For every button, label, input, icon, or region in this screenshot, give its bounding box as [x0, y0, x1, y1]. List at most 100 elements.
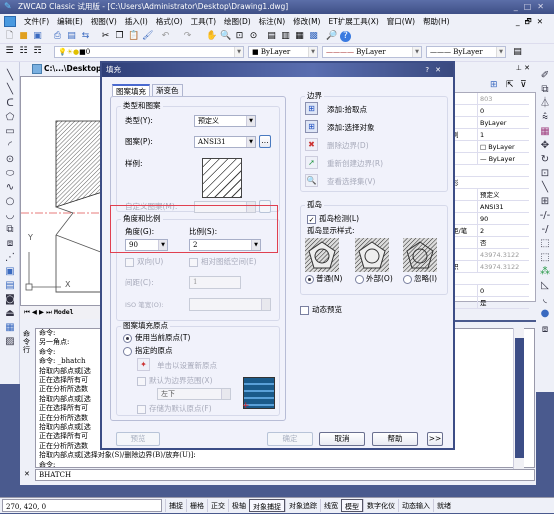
make-block-icon[interactable]: ⧈ — [4, 238, 16, 250]
property-row[interactable]: 例1 — [451, 129, 529, 141]
stretch-icon[interactable]: ╲ — [539, 182, 551, 194]
break-icon[interactable]: ⬚ — [539, 252, 551, 264]
property-row[interactable]: 距/笔 2 — [451, 225, 529, 237]
status-toggle-线宽[interactable]: 线宽 — [320, 499, 341, 512]
add-pick-points-icon[interactable]: ⊞ — [305, 102, 318, 115]
property-row[interactable]: ANSI31 — [451, 201, 529, 213]
ellipse-axis-icon[interactable]: ○ — [4, 196, 16, 208]
arc-icon[interactable]: ◜ — [4, 140, 16, 152]
extent-select[interactable]: 左下 — [157, 388, 231, 400]
save-icon[interactable]: ▣ — [32, 31, 43, 42]
property-row[interactable] — [451, 273, 529, 285]
mdi-minimize-button[interactable]: _ — [516, 17, 525, 26]
property-row[interactable] — [451, 165, 529, 177]
window-controls[interactable]: _□✕ — [514, 0, 550, 14]
island-normal-preview[interactable] — [305, 238, 339, 272]
print-preview-icon[interactable]: ▤ — [66, 31, 77, 42]
copy-icon[interactable]: ❐ — [114, 31, 125, 42]
double-checkbox[interactable] — [125, 258, 134, 267]
status-toggle-极轴[interactable]: 极轴 — [228, 499, 249, 512]
pickadd-icon[interactable]: ⊽ — [520, 80, 527, 90]
gradient-icon[interactable]: ▤ — [4, 280, 16, 292]
preview-button[interactable]: 预览 — [116, 432, 160, 446]
scale-icon[interactable]: ⊡ — [539, 168, 551, 180]
mdi-controls[interactable]: _🗗✕ — [516, 14, 548, 29]
menu-edit[interactable]: 编辑(E) — [55, 14, 89, 29]
status-toggle-就绪[interactable]: 就绪 — [433, 499, 454, 512]
set-origin-icon[interactable]: ✦ — [137, 358, 150, 371]
property-row[interactable]: 803 — [451, 93, 529, 105]
insert-block-icon[interactable]: ⧉ — [4, 224, 16, 236]
add-select-objects-icon[interactable]: ⊞ — [305, 120, 318, 133]
close-button[interactable]: ✕ — [537, 2, 550, 11]
chamfer-icon[interactable]: ◺ — [539, 280, 551, 292]
property-row[interactable]: 形 — [451, 177, 529, 189]
array-icon[interactable]: ▦ — [539, 126, 551, 138]
island-detection-checkbox[interactable]: ✓ — [307, 215, 316, 224]
ellipse-arc-icon[interactable]: ◡ — [4, 210, 16, 222]
edit-icon[interactable]: ⧈ — [539, 324, 551, 336]
plot-style-icon[interactable]: ▤ — [512, 47, 523, 58]
property-row[interactable]: 积 43974.3122 — [451, 261, 529, 273]
help-button[interactable]: 帮助 — [372, 432, 418, 446]
menu-format[interactable]: 格式(O) — [154, 14, 189, 29]
remove-boundary-button[interactable]: 删除边界(D) — [327, 141, 369, 151]
explode-icon[interactable]: ● — [539, 308, 551, 320]
chevron-down-icon[interactable]: ▼ — [308, 47, 317, 57]
menu-file[interactable]: 文件(F) — [22, 14, 55, 29]
menu-dimension[interactable]: 标注(N) — [257, 14, 291, 29]
remove-boundary-icon[interactable]: ✖ — [305, 138, 318, 151]
zoom-realtime-icon[interactable]: 🔍 — [220, 31, 231, 42]
status-toggle-捕捉[interactable]: 捕捉 — [165, 499, 186, 512]
status-toggle-正交[interactable]: 正交 — [207, 499, 228, 512]
default-extent-checkbox[interactable] — [137, 377, 146, 386]
design-center-icon[interactable]: ▥ — [280, 31, 291, 42]
property-row[interactable]: 是 — [451, 297, 529, 309]
iso-pen-width-select[interactable] — [189, 298, 271, 311]
status-toggle-数字化仪[interactable]: 数字化仪 — [363, 499, 398, 512]
status-toggle-模型[interactable]: 模型 — [341, 499, 363, 512]
move-icon[interactable]: ✥ — [539, 140, 551, 152]
rotate-icon[interactable]: ↻ — [539, 154, 551, 166]
property-row[interactable]: 43974.3122 — [451, 249, 529, 261]
maximize-button[interactable]: □ — [524, 2, 538, 11]
dialog-help-button[interactable]: ? — [425, 66, 435, 74]
property-row[interactable]: 0 — [451, 285, 529, 297]
offset-icon[interactable]: ⩯ — [539, 112, 551, 124]
lengthen-icon[interactable]: ⊞ — [539, 196, 551, 208]
pattern-sample[interactable] — [202, 158, 242, 198]
rectangle-icon[interactable]: ▭ — [4, 126, 16, 138]
new-icon[interactable]: 🗋 — [4, 31, 15, 42]
magnifier-icon[interactable]: 🔍 — [305, 174, 318, 187]
ray-icon[interactable]: ╲ — [4, 84, 16, 96]
layer-state-icon[interactable]: ☶ — [32, 46, 43, 57]
menu-window[interactable]: 窗口(W) — [385, 14, 421, 29]
status-toggle-对象捕捉[interactable]: 对象捕捉 — [249, 499, 285, 512]
layer-combo[interactable]: 💡☀●■0 ▼ — [54, 46, 244, 58]
match-properties-icon[interactable]: 🖌 — [142, 31, 153, 42]
use-current-origin-radio[interactable] — [123, 334, 132, 343]
tab-pattern-hatch[interactable]: 图案填充 — [112, 84, 150, 96]
island-ignore-preview[interactable] — [403, 238, 437, 272]
command-scrollbar[interactable] — [513, 328, 524, 469]
polygon-icon[interactable]: ⬠ — [4, 112, 16, 124]
dialog-close-button[interactable]: ✕ — [435, 66, 447, 74]
add-select-objects-button[interactable]: 添加:选择对象 — [327, 123, 375, 133]
chevron-down-icon[interactable]: ▼ — [496, 47, 505, 57]
break-at-point-icon[interactable]: ⬚ — [539, 238, 551, 250]
linetype-combo[interactable]: ———— ByLayer ▼ — [322, 46, 422, 58]
command-input[interactable]: BHATCH — [35, 469, 535, 481]
copy-object-icon[interactable]: ⧉ — [539, 84, 551, 96]
add-pick-points-button[interactable]: 添加:拾取点 — [327, 105, 367, 115]
property-row[interactable]: 90 — [451, 213, 529, 225]
tool-palette-icon[interactable]: ▦ — [294, 31, 305, 42]
mdi-restore-button[interactable]: 🗗 — [525, 17, 537, 26]
relative-paper-checkbox[interactable] — [189, 258, 198, 267]
polyline-icon[interactable]: ᑕ — [4, 98, 16, 110]
extend-icon[interactable]: -/ — [539, 224, 551, 236]
calculator-icon[interactable]: ▩ — [308, 31, 319, 42]
tab-gradient[interactable]: 渐变色 — [152, 84, 183, 96]
chevron-down-icon[interactable]: ▼ — [412, 47, 421, 57]
circle-icon[interactable]: ⊙ — [4, 154, 16, 166]
property-row[interactable]: 否 — [451, 237, 529, 249]
